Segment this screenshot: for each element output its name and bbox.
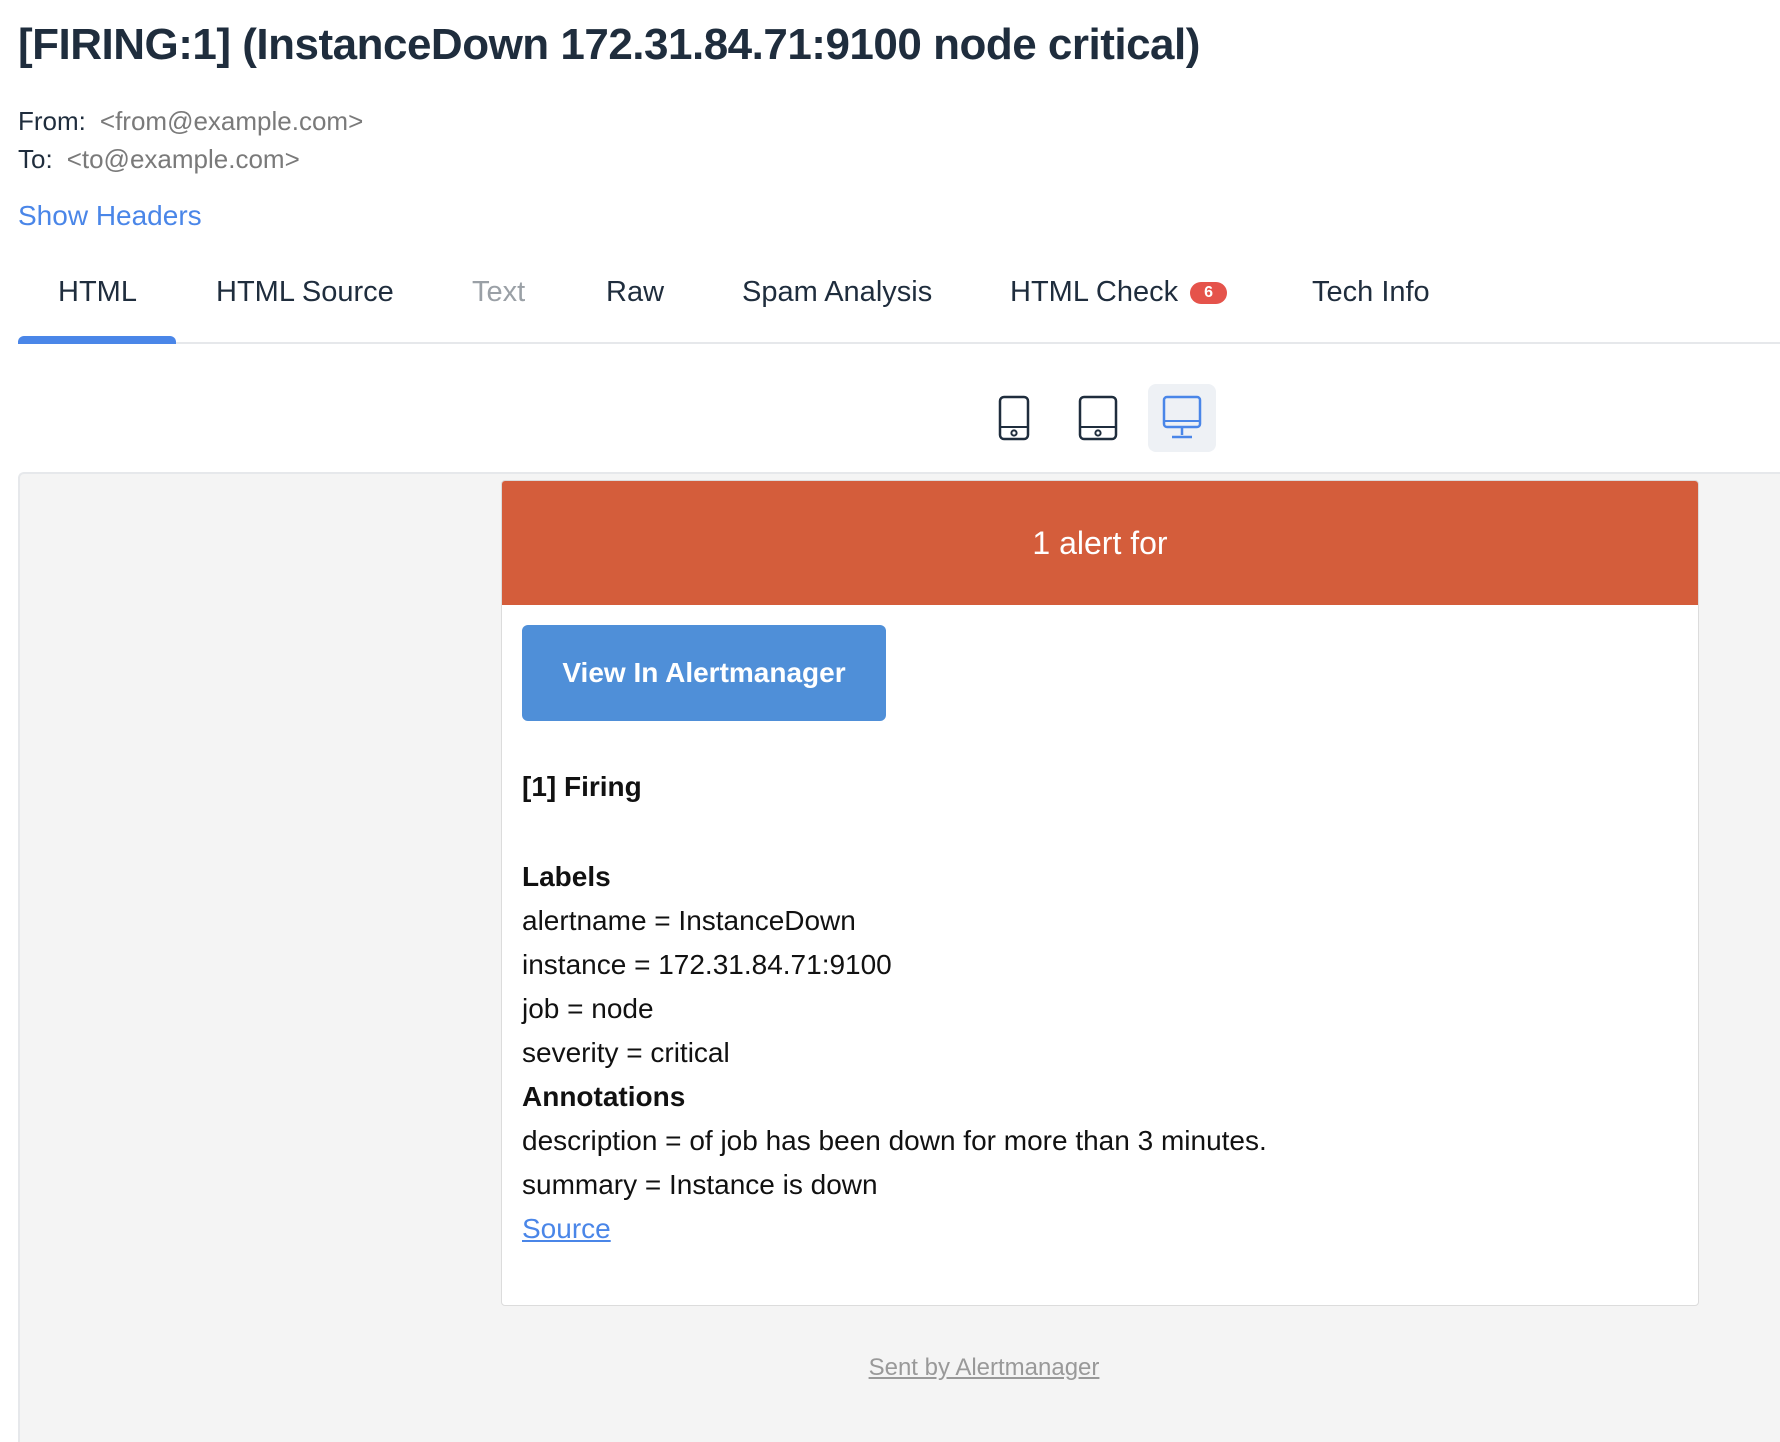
mobile-view-button[interactable] (980, 384, 1048, 452)
firing-heading: [1] Firing (522, 771, 642, 802)
tab-raw[interactable]: Raw (606, 276, 664, 309)
to-row: To: <to@example.com> (18, 144, 300, 175)
tab-html-check-label: HTML Check (1010, 276, 1179, 308)
tab-tech-info[interactable]: Tech Info (1312, 276, 1430, 309)
tab-text[interactable]: Text (472, 276, 525, 309)
tab-html-check[interactable]: HTML Check 6 (1010, 276, 1228, 309)
tab-html-source[interactable]: HTML Source (216, 276, 394, 309)
alert-email-card: 1 alert for View In Alertmanager [1] Fir… (501, 480, 1699, 1306)
to-label: To: (18, 144, 53, 174)
sent-by-alertmanager-link[interactable]: Sent by Alertmanager (869, 1354, 1100, 1382)
labels-heading: Labels (522, 861, 611, 892)
from-address: <from@example.com> (99, 106, 364, 136)
annotation-item: summary = Instance is down (522, 1169, 878, 1200)
tablet-view-button[interactable] (1064, 384, 1132, 452)
tab-html[interactable]: HTML (58, 276, 137, 309)
show-headers-link[interactable]: Show Headers (18, 200, 202, 232)
alert-header-banner: 1 alert for (502, 481, 1698, 605)
label-item: job = node (522, 993, 654, 1024)
to-address: <to@example.com> (66, 144, 300, 174)
annotation-item: description = of job has been down for m… (522, 1125, 1267, 1156)
desktop-view-button[interactable] (1148, 384, 1216, 452)
tablet-device-icon (1078, 395, 1118, 441)
source-link[interactable]: Source (522, 1213, 611, 1244)
view-in-alertmanager-button[interactable]: View In Alertmanager (522, 625, 886, 721)
alert-header-title: 1 alert for (1032, 524, 1168, 561)
label-item: instance = 172.31.84.71:9100 (522, 949, 892, 980)
from-row: From: <from@example.com> (18, 106, 363, 137)
desktop-device-icon (1162, 395, 1202, 439)
view-tabs: HTML HTML Source Text Raw Spam Analysis … (18, 270, 1780, 344)
email-preview-pane: 1 alert for View In Alertmanager [1] Fir… (18, 472, 1780, 1442)
annotations-heading: Annotations (522, 1081, 686, 1112)
from-label: From: (18, 106, 86, 136)
label-item: alertname = InstanceDown (522, 905, 856, 936)
html-check-count-badge: 6 (1190, 282, 1228, 304)
label-item: severity = critical (522, 1037, 730, 1068)
active-tab-indicator (18, 336, 176, 344)
email-subject: [FIRING:1] (InstanceDown 172.31.84.71:91… (18, 20, 1200, 69)
tab-spam-analysis[interactable]: Spam Analysis (742, 276, 932, 309)
mobile-device-icon (998, 395, 1030, 441)
alert-details: [1] Firing Labels alertname = InstanceDo… (522, 771, 1678, 1251)
